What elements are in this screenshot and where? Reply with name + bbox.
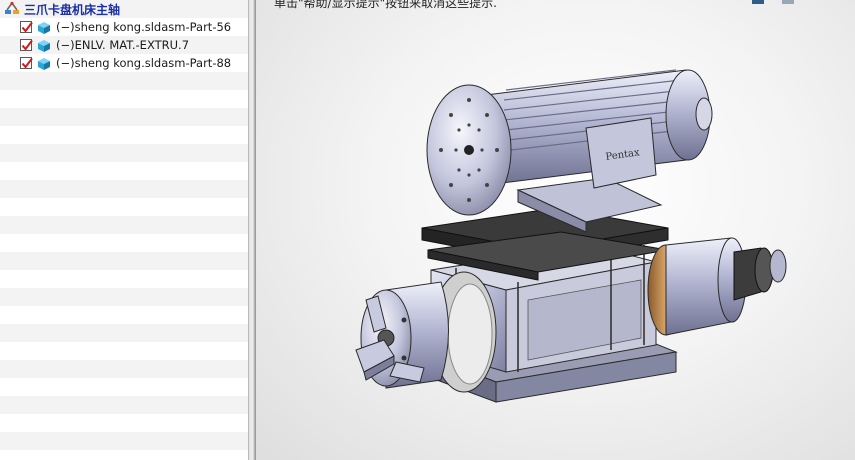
tree-stripe <box>0 288 248 306</box>
panel-splitter[interactable] <box>248 0 256 460</box>
tree-stripe <box>0 252 248 270</box>
visibility-checkbox[interactable] <box>20 57 33 69</box>
tree-stripe <box>0 144 248 162</box>
tree-item-extrusion[interactable]: (−)ENLV. MAT.-EXTRU.7 <box>20 36 189 54</box>
chuck-bolt-hole <box>401 317 407 323</box>
tree-root-assembly[interactable]: 三爪卡盘机床主轴 <box>4 1 120 17</box>
tree-item-label: (−)sheng kong.sldasm-Part-88 <box>56 56 232 70</box>
tree-stripe <box>0 378 248 396</box>
tree-stripe <box>0 270 248 288</box>
visibility-checkbox[interactable] <box>20 39 33 51</box>
part-cube-icon <box>37 38 51 52</box>
spindle-assembly-model[interactable]: Pentax <box>256 0 855 460</box>
tree-stripe <box>0 432 248 450</box>
tree-stripe <box>0 72 248 90</box>
tree-stripe <box>0 342 248 360</box>
chuck-flange-face <box>447 283 493 385</box>
tree-stripe <box>0 414 248 432</box>
checkmark-icon <box>21 39 33 51</box>
tree-stripe <box>0 306 248 324</box>
visibility-checkbox[interactable] <box>20 21 33 33</box>
motor-shaft-center <box>464 145 474 155</box>
tree-item-part-88[interactable]: (−)sheng kong.sldasm-Part-88 <box>20 54 231 72</box>
chuck-bolt-hole <box>401 355 407 361</box>
checkmark-icon <box>21 57 33 69</box>
tree-stripe <box>0 162 248 180</box>
tree-stripe <box>0 396 248 414</box>
assembly-icon <box>4 0 20 19</box>
part-cube-icon <box>37 56 51 70</box>
tree-stripe <box>0 108 248 126</box>
tree-stripe <box>0 234 248 252</box>
tree-stripe <box>0 216 248 234</box>
tree-stripe <box>0 360 248 378</box>
tree-stripe <box>0 450 248 460</box>
tree-item-label: (−)ENLV. MAT.-EXTRU.7 <box>56 38 190 52</box>
tree-stripe <box>0 126 248 144</box>
tree-item-label: (−)sheng kong.sldasm-Part-56 <box>56 20 232 34</box>
tree-stripe <box>0 90 248 108</box>
tree-stripe <box>0 180 248 198</box>
motor-shaft <box>695 97 713 131</box>
checkmark-icon <box>21 21 33 33</box>
tree-root-label: 三爪卡盘机床主轴 <box>24 2 121 17</box>
tree-item-part-56[interactable]: (−)sheng kong.sldasm-Part-56 <box>20 18 231 36</box>
tree-stripe <box>0 198 248 216</box>
feature-tree-panel: 三爪卡盘机床主轴 (−)sheng kong.sldasm-Part-56 (−… <box>0 0 248 460</box>
graphics-viewport[interactable]: 单击"帮助/显示提示"按钮来取消这些提示. Pentax <box>256 0 855 460</box>
tree-stripe <box>0 324 248 342</box>
part-cube-icon <box>37 20 51 34</box>
spindle-tip <box>769 249 787 283</box>
